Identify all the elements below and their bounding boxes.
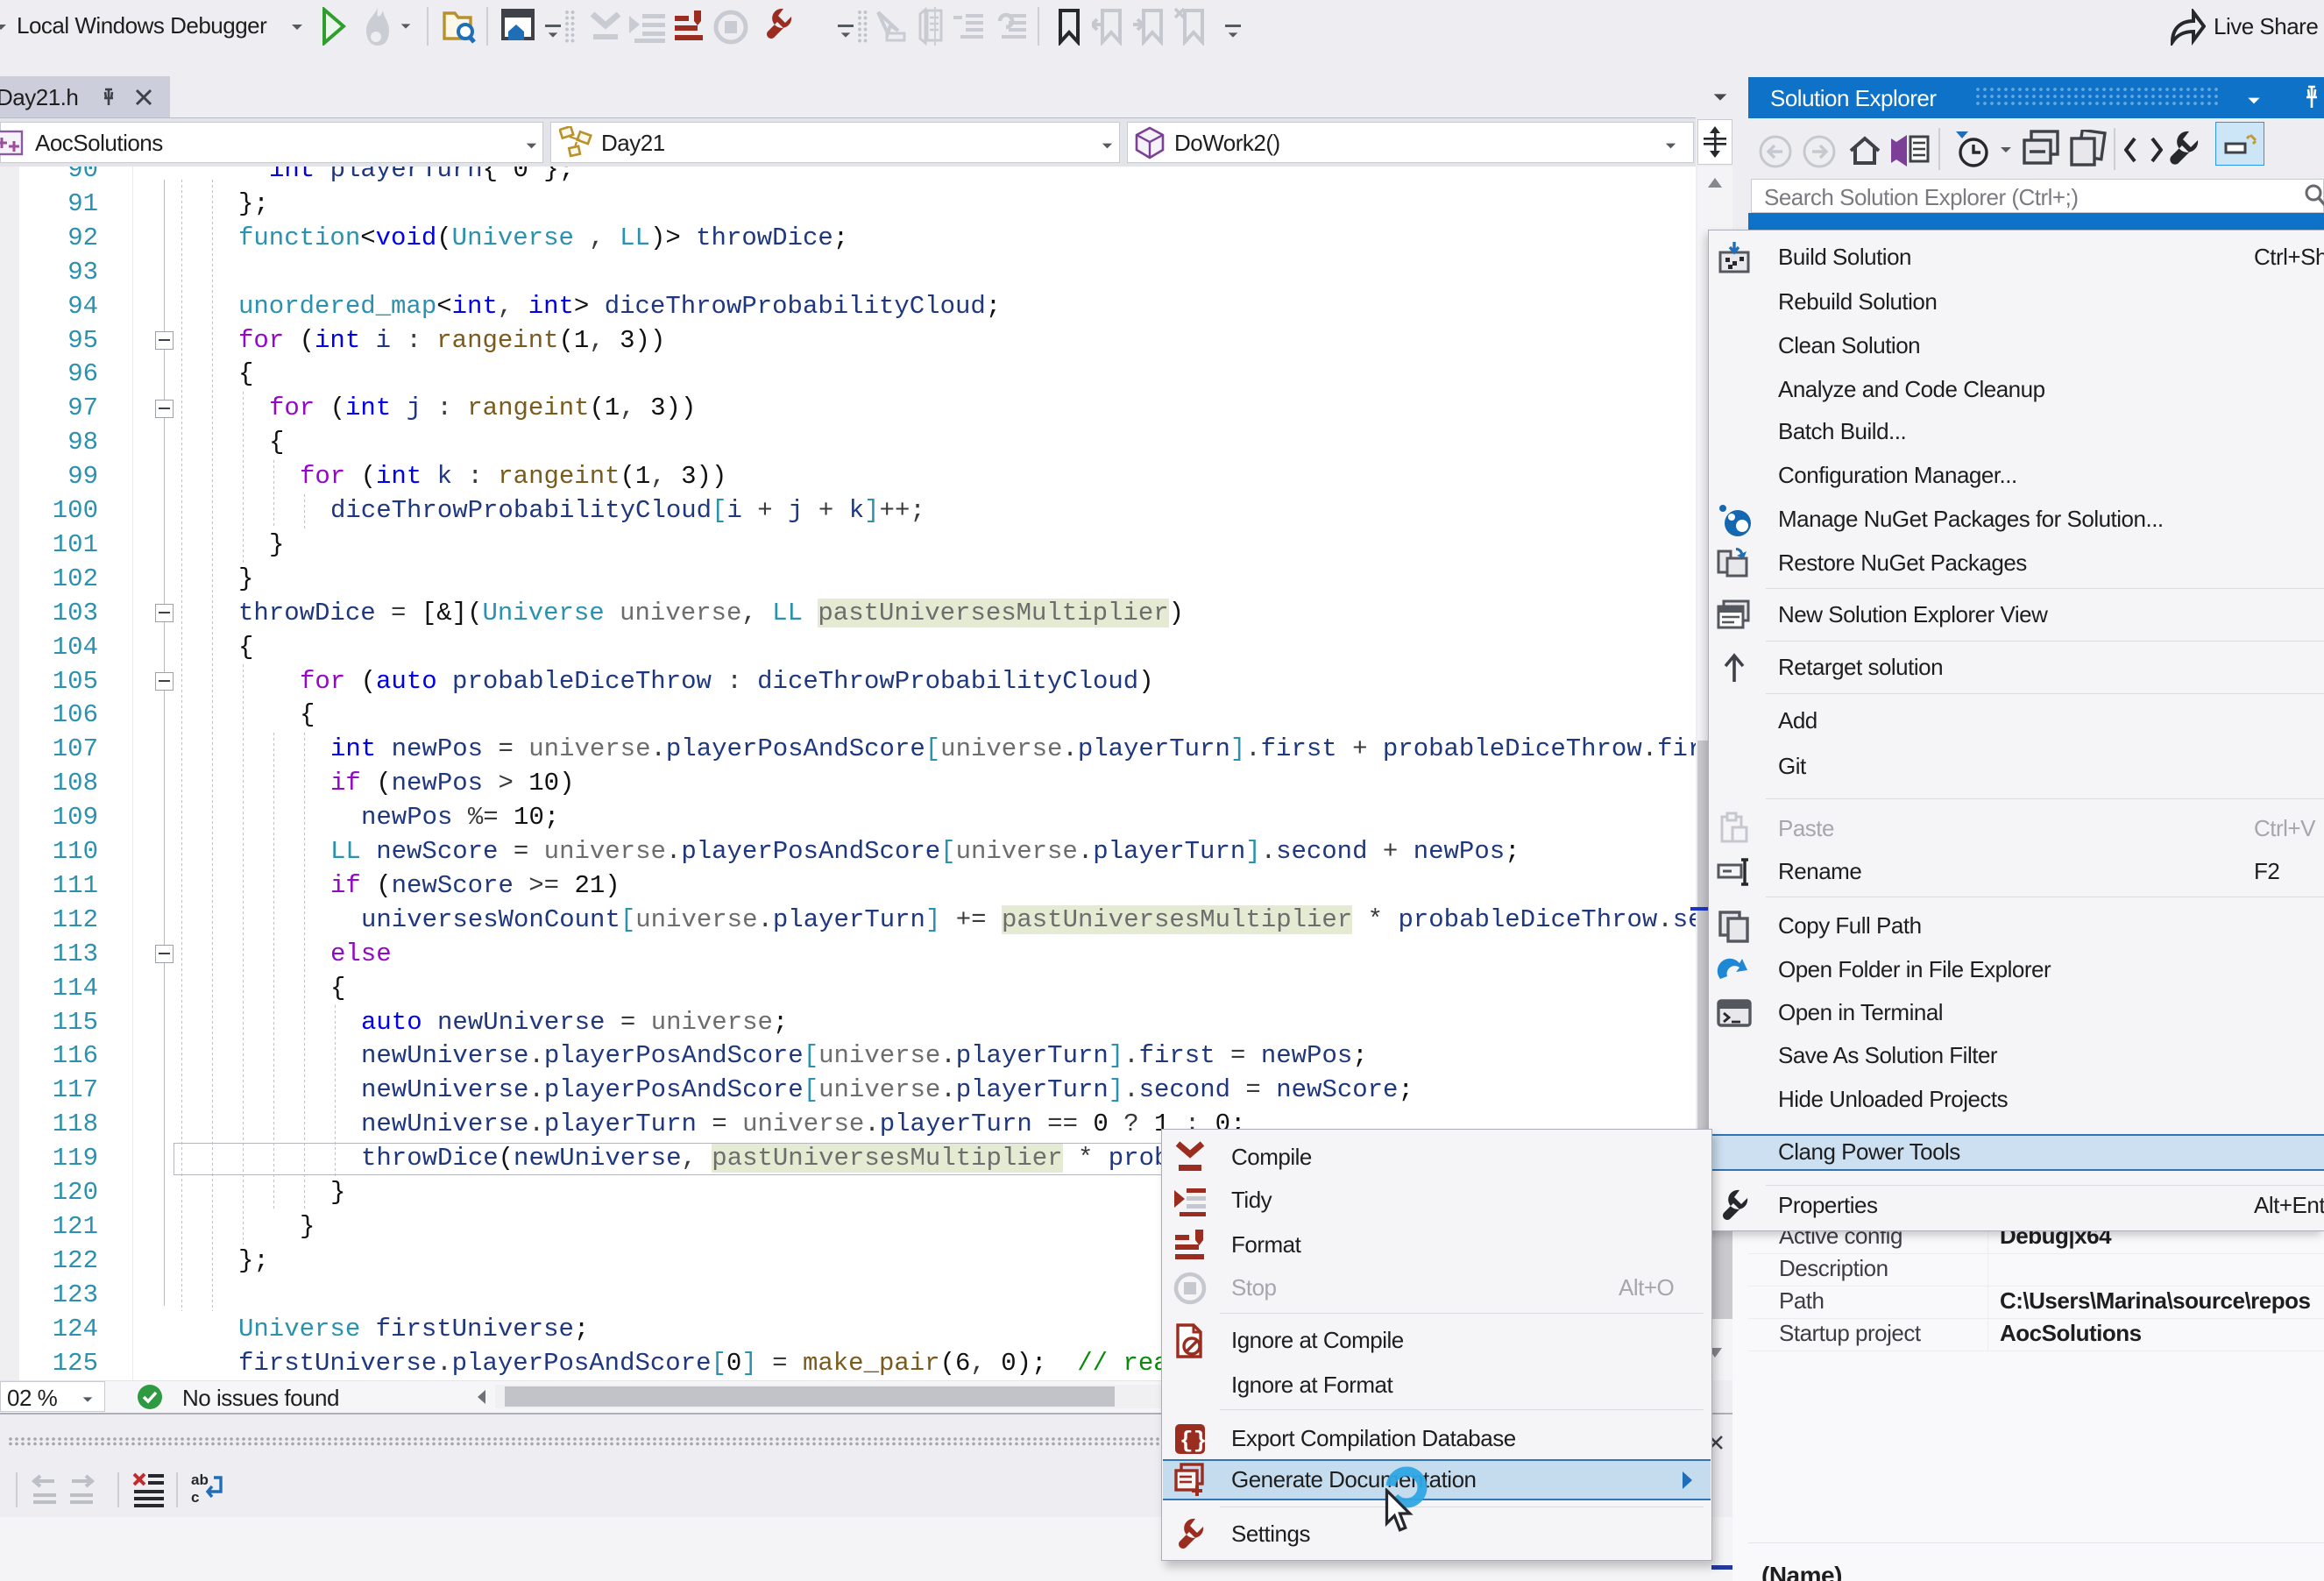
svg-text:c: c — [191, 1489, 199, 1506]
svg-text:{}: {} — [1180, 1428, 1207, 1454]
svg-text:ab: ab — [191, 1472, 209, 1488]
